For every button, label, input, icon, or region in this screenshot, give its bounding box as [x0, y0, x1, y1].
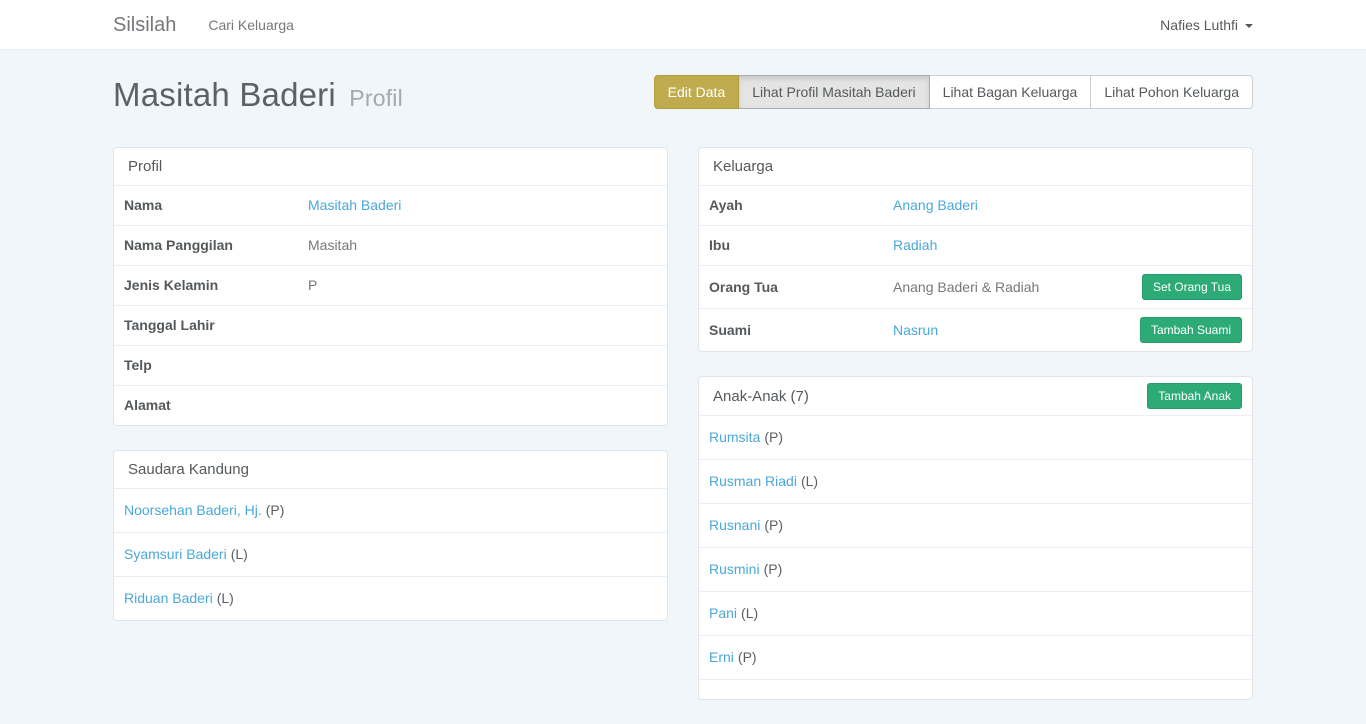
row-value — [308, 357, 657, 374]
sibling-link[interactable]: Noorsehan Baderi, Hj. — [124, 502, 262, 518]
gender-label: (L) — [741, 605, 758, 621]
child-link[interactable]: Rumsita — [709, 429, 760, 445]
row-label: Telp — [124, 357, 308, 374]
table-row: Jenis Kelamin P — [114, 265, 667, 305]
navbar-right: Nafies Luthfi — [1160, 17, 1253, 33]
suami-link[interactable]: Nasrun — [893, 322, 938, 338]
table-row: Orang Tua Anang Baderi & Radiah Set Oran… — [699, 265, 1252, 308]
page-header: Masitah Baderi Profil Edit Data Lihat Pr… — [113, 72, 1253, 147]
list-item: Erni(P) — [699, 635, 1252, 679]
page-subtitle: Profil — [349, 85, 403, 111]
profile-actions: Edit Data Lihat Profil Masitah Baderi Li… — [654, 75, 1253, 109]
edit-data-button[interactable]: Edit Data — [654, 75, 740, 109]
list-item: Pani(L) — [699, 591, 1252, 635]
lihat-pohon-keluarga-button[interactable]: Lihat Pohon Keluarga — [1090, 75, 1253, 109]
gender-label: (P) — [764, 429, 783, 445]
brand-link[interactable]: Silsilah — [113, 14, 176, 37]
set-orang-tua-button[interactable]: Set Orang Tua — [1142, 274, 1242, 300]
gender-label: (L) — [231, 546, 248, 562]
row-value: Masitah — [308, 237, 657, 254]
gender-label: (P) — [764, 517, 783, 533]
list-item-partial — [699, 679, 1252, 699]
gender-label: (P) — [764, 561, 783, 577]
child-link[interactable]: Rusman Riadi — [709, 473, 797, 489]
row-label: Jenis Kelamin — [124, 277, 308, 294]
table-row: Tanggal Lahir — [114, 305, 667, 345]
nama-link[interactable]: Masitah Baderi — [308, 197, 401, 213]
table-row: Ayah Anang Baderi — [699, 185, 1252, 225]
anak-anak-panel-heading: Anak-Anak (7) Tambah Anak — [699, 377, 1252, 415]
user-name: Nafies Luthfi — [1160, 17, 1238, 33]
keluarga-panel-title: Keluarga — [699, 148, 1252, 185]
tambah-anak-button[interactable]: Tambah Anak — [1147, 383, 1242, 409]
table-row: Alamat — [114, 385, 667, 425]
row-label: Nama — [124, 197, 308, 214]
row-label: Ayah — [709, 197, 893, 214]
user-menu[interactable]: Nafies Luthfi — [1160, 17, 1253, 33]
child-link[interactable]: Rusmini — [709, 561, 760, 577]
list-item: Noorsehan Baderi, Hj.(P) — [114, 488, 667, 532]
table-row: Nama Panggilan Masitah — [114, 225, 667, 265]
row-label: Nama Panggilan — [124, 237, 308, 254]
page-title: Masitah Baderi Profil — [113, 76, 403, 114]
list-item: Rusmini(P) — [699, 547, 1252, 591]
list-item: Syamsuri Baderi(L) — [114, 532, 667, 576]
anak-anak-panel-title: Anak-Anak (7) — [713, 388, 809, 405]
row-value — [308, 397, 657, 414]
right-column: Keluarga Ayah Anang Baderi Ibu Radiah Or… — [698, 147, 1253, 724]
saudara-kandung-panel: Saudara Kandung Noorsehan Baderi, Hj.(P)… — [113, 450, 668, 621]
profil-panel: Profil Nama Masitah Baderi Nama Panggila… — [113, 147, 668, 426]
left-column: Profil Nama Masitah Baderi Nama Panggila… — [113, 147, 668, 724]
chevron-down-icon — [1245, 24, 1253, 28]
table-row: Telp — [114, 345, 667, 385]
table-row: Suami Nasrun Tambah Suami — [699, 308, 1252, 351]
navbar: Silsilah Cari Keluarga Nafies Luthfi — [0, 0, 1366, 50]
ibu-link[interactable]: Radiah — [893, 237, 937, 253]
lihat-profil-button[interactable]: Lihat Profil Masitah Baderi — [738, 75, 929, 109]
sibling-link[interactable]: Riduan Baderi — [124, 590, 213, 606]
row-label: Alamat — [124, 397, 308, 414]
sibling-link[interactable]: Syamsuri Baderi — [124, 546, 227, 562]
row-label: Tanggal Lahir — [124, 317, 308, 334]
keluarga-panel: Keluarga Ayah Anang Baderi Ibu Radiah Or… — [698, 147, 1253, 352]
table-row: Ibu Radiah — [699, 225, 1252, 265]
tambah-suami-button[interactable]: Tambah Suami — [1140, 317, 1242, 343]
row-value: P — [308, 277, 657, 294]
table-row: Nama Masitah Baderi — [114, 185, 667, 225]
row-value: Anang Baderi & Radiah — [893, 279, 1142, 296]
gender-label: (P) — [266, 502, 285, 518]
person-name: Masitah Baderi — [113, 76, 336, 113]
row-label: Orang Tua — [709, 279, 893, 296]
saudara-kandung-panel-title: Saudara Kandung — [114, 451, 667, 488]
row-value — [308, 317, 657, 334]
row-label: Suami — [709, 322, 893, 339]
list-item: Rusman Riadi(L) — [699, 459, 1252, 503]
profil-panel-title: Profil — [114, 148, 667, 185]
gender-label: (L) — [801, 473, 818, 489]
lihat-bagan-keluarga-button[interactable]: Lihat Bagan Keluarga — [929, 75, 1092, 109]
child-link[interactable]: Pani — [709, 605, 737, 621]
child-link[interactable]: Rusnani — [709, 517, 760, 533]
list-item: Rusnani(P) — [699, 503, 1252, 547]
list-item: Rumsita(P) — [699, 415, 1252, 459]
nav-link-cari-keluarga[interactable]: Cari Keluarga — [208, 17, 294, 33]
list-item: Riduan Baderi(L) — [114, 576, 667, 620]
child-link[interactable]: Erni — [709, 649, 734, 665]
ayah-link[interactable]: Anang Baderi — [893, 197, 978, 213]
anak-anak-panel: Anak-Anak (7) Tambah Anak Rumsita(P) Rus… — [698, 376, 1253, 700]
gender-label: (L) — [217, 590, 234, 606]
gender-label: (P) — [738, 649, 757, 665]
row-label: Ibu — [709, 237, 893, 254]
